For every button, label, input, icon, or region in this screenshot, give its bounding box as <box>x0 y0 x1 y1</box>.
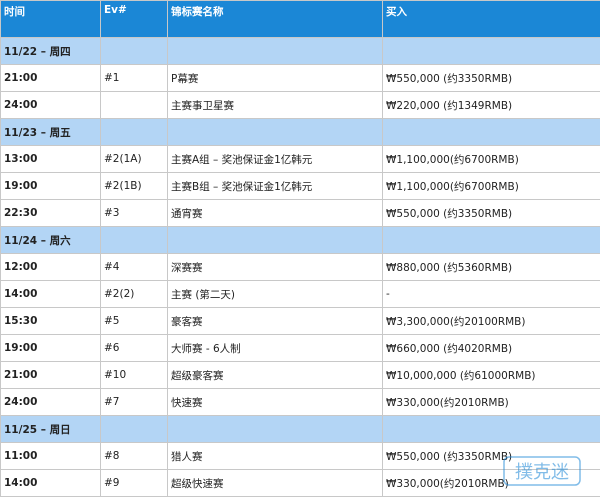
event-time-cell: 24:00 <box>1 92 101 119</box>
event-number-cell: #8 <box>101 443 168 470</box>
date-row-empty-cell <box>101 119 168 146</box>
tournament-name-cell: 通宵赛 <box>168 200 383 227</box>
header-time: 时间 <box>1 1 101 38</box>
tournament-name-cell: 主赛事卫星赛 <box>168 92 383 119</box>
header-tournament-name: 锦标赛名称 <box>168 1 383 38</box>
buyin-cell: ₩1,100,000(约6700RMB) <box>383 146 600 173</box>
event-number-cell: #6 <box>101 335 168 362</box>
buyin-cell: ₩880,000 (约5360RMB) <box>383 254 600 281</box>
table-row: 21:00#10超级豪客赛₩10,000,000 (约61000RMB) <box>1 362 600 389</box>
event-time-cell: 14:00 <box>1 470 101 497</box>
watermark-logo: 撲克迷 <box>502 451 582 491</box>
date-row-empty-cell <box>168 119 383 146</box>
date-cell: 11/22 – 周四 <box>1 38 101 65</box>
table-header-row: 时间 Ev# 锦标赛名称 买入 <box>1 1 600 38</box>
tournament-name-cell: 主赛B组 – 奖池保证金1亿韩元 <box>168 173 383 200</box>
date-row: 11/24 – 周六 <box>1 227 600 254</box>
buyin-cell: ₩550,000 (约3350RMB) <box>383 65 600 92</box>
buyin-cell: ₩660,000 (约4020RMB) <box>383 335 600 362</box>
date-row-empty-cell <box>383 119 600 146</box>
event-time-cell: 15:30 <box>1 308 101 335</box>
table-body: 11/22 – 周四21:00#1P幕赛₩550,000 (约3350RMB)2… <box>1 38 600 497</box>
buyin-cell: ₩330,000(约2010RMB) <box>383 389 600 416</box>
tournament-name-cell: P幕赛 <box>168 65 383 92</box>
date-row: 11/25 – 周日 <box>1 416 600 443</box>
date-row-empty-cell <box>383 416 600 443</box>
tournament-name-cell: 豪客赛 <box>168 308 383 335</box>
event-time-cell: 21:00 <box>1 65 101 92</box>
table-row: 13:00#2(1A)主赛A组 – 奖池保证金1亿韩元₩1,100,000(约6… <box>1 146 600 173</box>
buyin-cell: ₩1,100,000(约6700RMB) <box>383 173 600 200</box>
event-number-cell: #9 <box>101 470 168 497</box>
date-cell: 11/23 – 周五 <box>1 119 101 146</box>
table-row: 24:00 主赛事卫星赛₩220,000 (约1349RMB) <box>1 92 600 119</box>
buyin-cell: ₩550,000 (约3350RMB) <box>383 200 600 227</box>
event-number-cell <box>101 92 168 119</box>
event-time-cell: 12:00 <box>1 254 101 281</box>
table-row: 12:00#4深赛赛₩880,000 (约5360RMB) <box>1 254 600 281</box>
date-row-empty-cell <box>168 416 383 443</box>
date-row-empty-cell <box>101 227 168 254</box>
event-time-cell: 11:00 <box>1 443 101 470</box>
event-number-cell: #3 <box>101 200 168 227</box>
table-row: 19:00#6大师赛 - 6人制₩660,000 (约4020RMB) <box>1 335 600 362</box>
date-row-empty-cell <box>383 38 600 65</box>
tournament-name-cell: 深赛赛 <box>168 254 383 281</box>
date-row-empty-cell <box>168 38 383 65</box>
event-time-cell: 19:00 <box>1 173 101 200</box>
table-row: 24:00#7快速赛₩330,000(约2010RMB) <box>1 389 600 416</box>
watermark-text: 撲克迷 <box>515 462 569 483</box>
event-number-cell: #4 <box>101 254 168 281</box>
event-number-cell: #2(2) <box>101 281 168 308</box>
date-row: 11/23 – 周五 <box>1 119 600 146</box>
tournament-name-cell: 超级豪客赛 <box>168 362 383 389</box>
event-time-cell: 21:00 <box>1 362 101 389</box>
buyin-cell: ₩3,300,000(约20100RMB) <box>383 308 600 335</box>
date-row-empty-cell <box>383 227 600 254</box>
event-time-cell: 14:00 <box>1 281 101 308</box>
event-number-cell: #5 <box>101 308 168 335</box>
buyin-cell: ₩220,000 (约1349RMB) <box>383 92 600 119</box>
header-event-number: Ev# <box>101 1 168 38</box>
event-number-cell: #10 <box>101 362 168 389</box>
date-row-empty-cell <box>101 416 168 443</box>
event-time-cell: 22:30 <box>1 200 101 227</box>
tournament-name-cell: 主赛A组 – 奖池保证金1亿韩元 <box>168 146 383 173</box>
date-cell: 11/25 – 周日 <box>1 416 101 443</box>
tournament-schedule-table: 时间 Ev# 锦标赛名称 买入 11/22 – 周四21:00#1P幕赛₩550… <box>0 0 600 497</box>
table-row: 19:00#2(1B)主赛B组 – 奖池保证金1亿韩元₩1,100,000(约6… <box>1 173 600 200</box>
table-row: 14:00#2(2)主赛 (第二天)- <box>1 281 600 308</box>
date-cell: 11/24 – 周六 <box>1 227 101 254</box>
tournament-name-cell: 大师赛 - 6人制 <box>168 335 383 362</box>
date-row: 11/22 – 周四 <box>1 38 600 65</box>
table-row: 15:30#5豪客赛₩3,300,000(约20100RMB) <box>1 308 600 335</box>
buyin-cell: ₩10,000,000 (约61000RMB) <box>383 362 600 389</box>
event-time-cell: 13:00 <box>1 146 101 173</box>
date-row-empty-cell <box>168 227 383 254</box>
buyin-cell: - <box>383 281 600 308</box>
header-buyin: 买入 <box>383 1 600 38</box>
event-number-cell: #7 <box>101 389 168 416</box>
event-time-cell: 24:00 <box>1 389 101 416</box>
tournament-name-cell: 主赛 (第二天) <box>168 281 383 308</box>
event-time-cell: 19:00 <box>1 335 101 362</box>
event-number-cell: #2(1B) <box>101 173 168 200</box>
table-row: 21:00#1P幕赛₩550,000 (约3350RMB) <box>1 65 600 92</box>
tournament-name-cell: 超级快速赛 <box>168 470 383 497</box>
event-number-cell: #2(1A) <box>101 146 168 173</box>
tournament-name-cell: 猎人赛 <box>168 443 383 470</box>
event-number-cell: #1 <box>101 65 168 92</box>
date-row-empty-cell <box>101 38 168 65</box>
table-row: 22:30#3通宵赛₩550,000 (约3350RMB) <box>1 200 600 227</box>
tournament-name-cell: 快速赛 <box>168 389 383 416</box>
